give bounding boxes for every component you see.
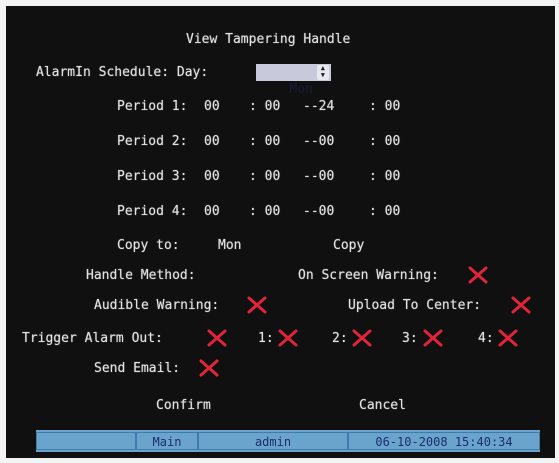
alarm-out-3-checkbox-x-icon[interactable] — [422, 328, 444, 348]
alarm-out-2-label: 2: — [332, 331, 348, 346]
period-start-hour[interactable]: 00 — [204, 99, 220, 115]
cancel-button[interactable]: Cancel — [359, 398, 406, 414]
trigger-alarm-out-checkbox-x-icon[interactable] — [206, 328, 228, 348]
confirm-button[interactable]: Confirm — [156, 398, 211, 414]
period-label: Period 1: — [117, 99, 188, 114]
status-bar: Main admin 06-10-2008 15:40:34 — [36, 430, 540, 452]
status-menu-name: Main — [136, 432, 198, 450]
status-datetime: 06-10-2008 15:40:34 — [348, 432, 540, 450]
period-end-minute[interactable]: : 00 — [369, 204, 400, 220]
send-email-label: Send Email: — [94, 361, 181, 376]
period-start-minute[interactable]: : 00 — [249, 134, 280, 150]
on-screen-warning-checkbox-x-icon[interactable] — [467, 265, 489, 285]
on-screen-warning-label: On Screen Warning: — [298, 268, 439, 283]
alarm-out-1-label: 1: — [258, 331, 274, 346]
copy-to-select[interactable]: Mon — [218, 238, 241, 254]
period-end-minute[interactable]: : 00 — [369, 99, 400, 115]
period-end-minute[interactable]: : 00 — [369, 169, 400, 185]
period-start-hour[interactable]: 00 — [204, 204, 220, 220]
alarm-out-2-checkbox-x-icon[interactable] — [351, 328, 373, 348]
alarm-out-1-checkbox-x-icon[interactable] — [277, 328, 299, 348]
copy-to-label: Copy to: — [117, 238, 180, 253]
copy-button[interactable]: Copy — [333, 238, 364, 254]
handle-method-label: Handle Method: — [86, 268, 196, 283]
audible-warning-checkbox-x-icon[interactable] — [246, 295, 268, 315]
period-start-minute[interactable]: : 00 — [249, 169, 280, 185]
status-user-name: admin — [198, 432, 348, 450]
day-select[interactable]: Mon ▲ ▼ — [256, 64, 331, 97]
alarm-out-3-label: 3: — [402, 331, 418, 346]
alarmin-schedule-label: AlarmIn Schedule: Day: — [36, 65, 209, 80]
period-start-hour[interactable]: 00 — [204, 134, 220, 150]
status-bar-spacer — [36, 432, 136, 450]
period-start-minute[interactable]: : 00 — [249, 99, 280, 115]
upload-to-center-checkbox-x-icon[interactable] — [510, 295, 532, 315]
dvr-menu-screen: View Tampering Handle AlarmIn Schedule: … — [6, 6, 555, 458]
alarm-out-4-label: 4: — [478, 331, 494, 346]
period-label: Period 2: — [117, 134, 188, 149]
page-title: View Tampering Handle — [186, 32, 351, 47]
spinner-arrows-icon[interactable]: ▲ ▼ — [316, 65, 329, 80]
send-email-checkbox-x-icon[interactable] — [198, 358, 220, 378]
trigger-alarm-out-label: Trigger Alarm Out: — [22, 331, 163, 346]
period-end-minute[interactable]: : 00 — [369, 134, 400, 150]
alarm-out-4-checkbox-x-icon[interactable] — [497, 328, 519, 348]
period-end-hour[interactable]: --00 — [303, 169, 334, 185]
period-end-hour[interactable]: --00 — [303, 204, 334, 220]
period-start-minute[interactable]: : 00 — [249, 204, 280, 220]
day-select-value: Mon — [289, 82, 313, 97]
period-start-hour[interactable]: 00 — [204, 169, 220, 185]
upload-to-center-label: Upload To Center: — [348, 298, 482, 313]
period-end-hour[interactable]: --00 — [303, 134, 334, 150]
audible-warning-label: Audible Warning: — [94, 298, 220, 313]
period-label: Period 4: — [117, 204, 188, 219]
period-label: Period 3: — [117, 169, 188, 184]
period-end-hour[interactable]: --24 — [303, 99, 334, 115]
